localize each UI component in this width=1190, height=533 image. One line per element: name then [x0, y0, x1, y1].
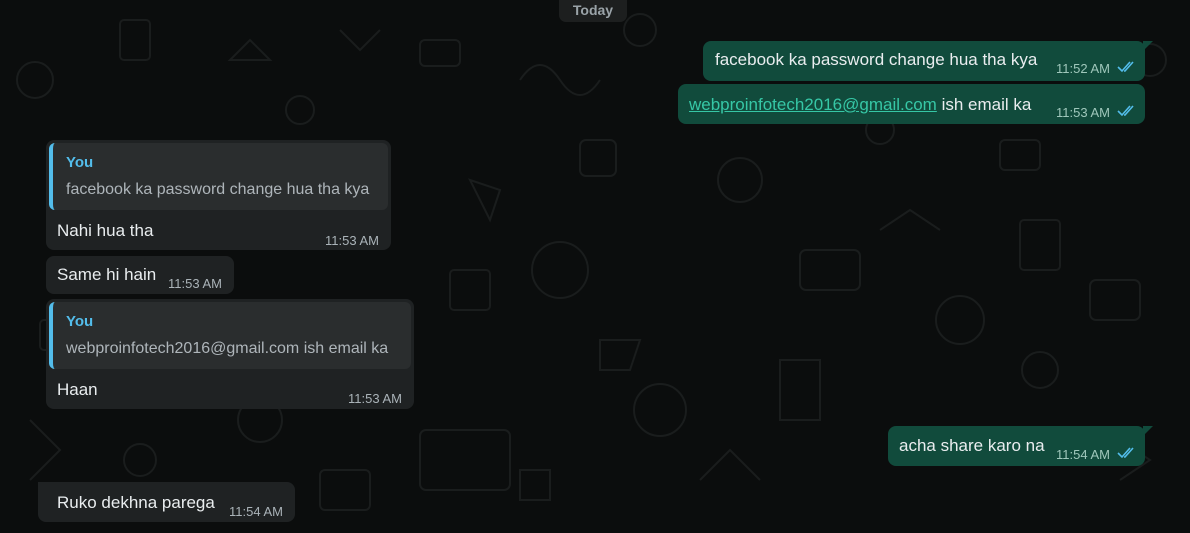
message-text-suffix: ish email ka: [941, 95, 1032, 114]
message-text: webproinfotech2016@gmail.com ish email k…: [689, 95, 1031, 115]
message-outgoing[interactable]: acha share karo na 11:54 AM: [888, 426, 1145, 466]
read-double-tick-icon: [1117, 105, 1134, 117]
message-text: Nahi hua tha: [57, 221, 154, 240]
quoted-message[interactable]: You webproinfotech2016@gmail.com ish ema…: [49, 302, 411, 369]
message-timestamp: 11:53 AM: [325, 233, 379, 248]
message-text: Same hi hain: [57, 265, 157, 284]
message-text: Haan: [57, 380, 98, 399]
read-double-tick-icon: [1117, 61, 1134, 73]
quoted-author: You: [66, 154, 94, 171]
message-incoming[interactable]: Same hi hain 11:53 AM: [46, 256, 234, 294]
message-timestamp: 11:54 AM: [229, 504, 283, 519]
message-timestamp: 11:53 AM: [1056, 105, 1110, 120]
message-incoming[interactable]: You webproinfotech2016@gmail.com ish ema…: [46, 299, 414, 409]
message-outgoing[interactable]: webproinfotech2016@gmail.com ish email k…: [678, 84, 1145, 124]
message-outgoing[interactable]: facebook ka password change hua tha kya …: [703, 41, 1145, 81]
message-text: acha share karo na: [899, 436, 1045, 455]
quoted-message[interactable]: You facebook ka password change hua tha …: [49, 143, 388, 210]
email-link[interactable]: webproinfotech2016@gmail.com: [689, 95, 937, 114]
quoted-author: You: [66, 313, 94, 330]
bubble-tail: [1143, 41, 1153, 51]
quoted-text: facebook ka password change hua tha kya: [66, 181, 370, 198]
date-divider: Today: [559, 0, 627, 22]
message-timestamp: 11:52 AM: [1056, 61, 1110, 76]
message-incoming[interactable]: You facebook ka password change hua tha …: [46, 140, 391, 250]
message-timestamp: 11:54 AM: [1056, 447, 1110, 462]
message-timestamp: 11:53 AM: [348, 391, 402, 406]
message-incoming[interactable]: Ruko dekhna parega 11:54 AM: [38, 482, 295, 522]
bubble-tail: [1143, 426, 1153, 436]
quoted-text: webproinfotech2016@gmail.com ish email k…: [66, 340, 389, 357]
message-text: facebook ka password change hua tha kya: [715, 50, 1038, 69]
message-text: Ruko dekhna parega: [57, 493, 215, 512]
message-timestamp: 11:53 AM: [168, 276, 222, 291]
read-double-tick-icon: [1117, 447, 1134, 459]
